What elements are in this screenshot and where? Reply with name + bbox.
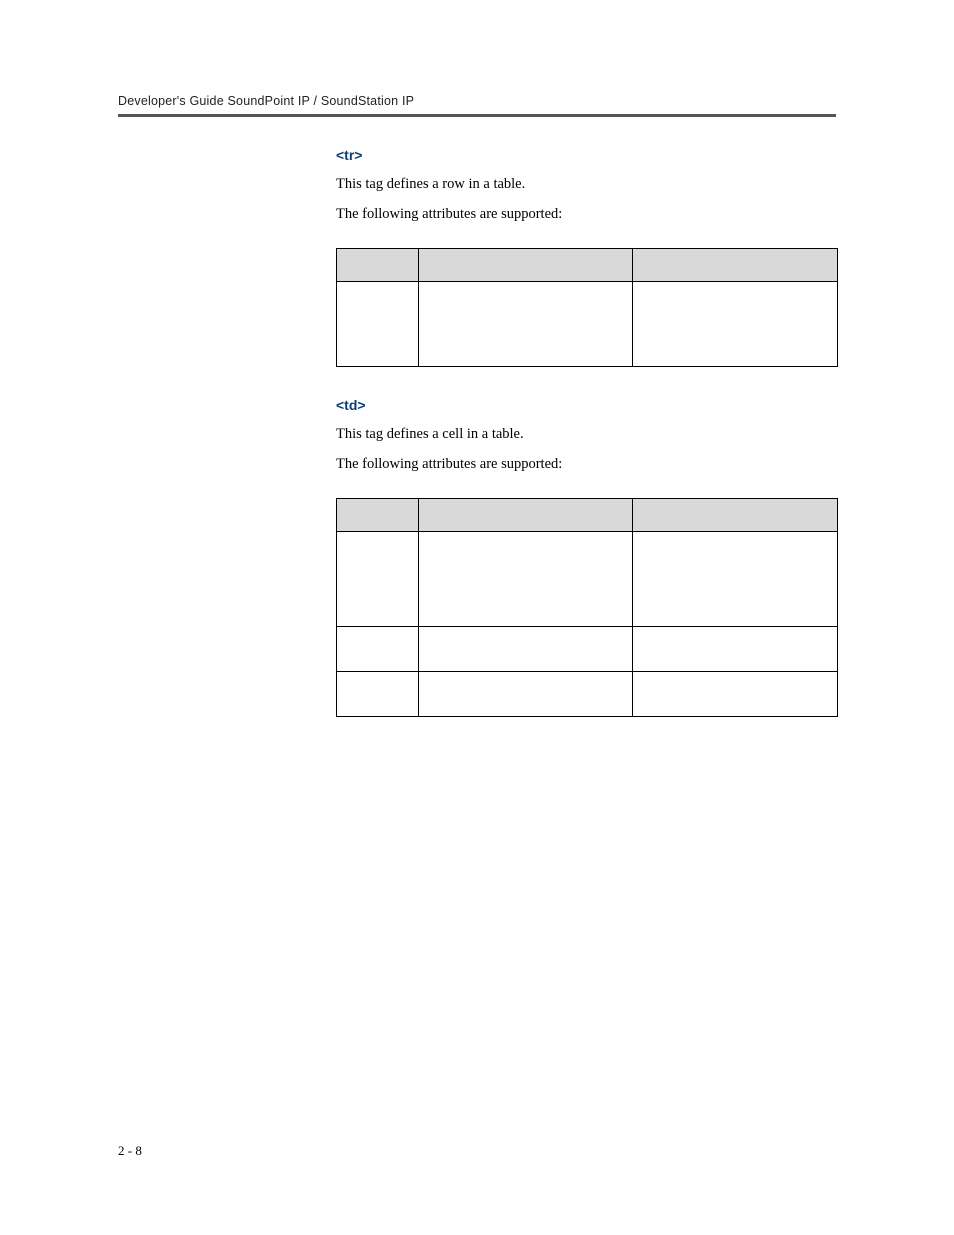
td-description bbox=[633, 531, 838, 626]
th-attribute bbox=[337, 248, 419, 281]
th-value bbox=[418, 498, 633, 531]
td-attribute bbox=[337, 626, 419, 671]
table-row bbox=[337, 531, 838, 626]
td-description bbox=[633, 626, 838, 671]
td-attribute bbox=[337, 671, 419, 716]
heading-td: <td> bbox=[336, 397, 836, 413]
header-rule bbox=[118, 114, 836, 117]
th-description bbox=[633, 248, 838, 281]
th-attribute bbox=[337, 498, 419, 531]
tr-paragraph-1: This tag defines a row in a table. bbox=[336, 173, 836, 195]
td-value bbox=[418, 626, 633, 671]
tr-paragraph-2: The following attributes are supported: bbox=[336, 203, 836, 225]
running-head: Developer's Guide SoundPoint IP / SoundS… bbox=[118, 94, 836, 108]
td-paragraph-1: This tag defines a cell in a table. bbox=[336, 423, 836, 445]
th-value bbox=[418, 248, 633, 281]
heading-tr: <tr> bbox=[336, 147, 836, 163]
td-value bbox=[418, 671, 633, 716]
page-number: 2 - 8 bbox=[118, 1143, 142, 1159]
table-header-row bbox=[337, 248, 838, 281]
td-attributes-table bbox=[336, 498, 838, 717]
page: Developer's Guide SoundPoint IP / SoundS… bbox=[0, 0, 954, 1235]
table-row bbox=[337, 281, 838, 366]
table-header-row bbox=[337, 498, 838, 531]
table-row bbox=[337, 671, 838, 716]
tr-attributes-table bbox=[336, 248, 838, 367]
td-description bbox=[633, 671, 838, 716]
table-row bbox=[337, 626, 838, 671]
content-area: <tr> This tag defines a row in a table. … bbox=[336, 147, 836, 717]
td-attribute bbox=[337, 531, 419, 626]
th-description bbox=[633, 498, 838, 531]
td-value bbox=[418, 281, 633, 366]
td-description bbox=[633, 281, 838, 366]
td-paragraph-2: The following attributes are supported: bbox=[336, 453, 836, 475]
td-value bbox=[418, 531, 633, 626]
td-attribute bbox=[337, 281, 419, 366]
